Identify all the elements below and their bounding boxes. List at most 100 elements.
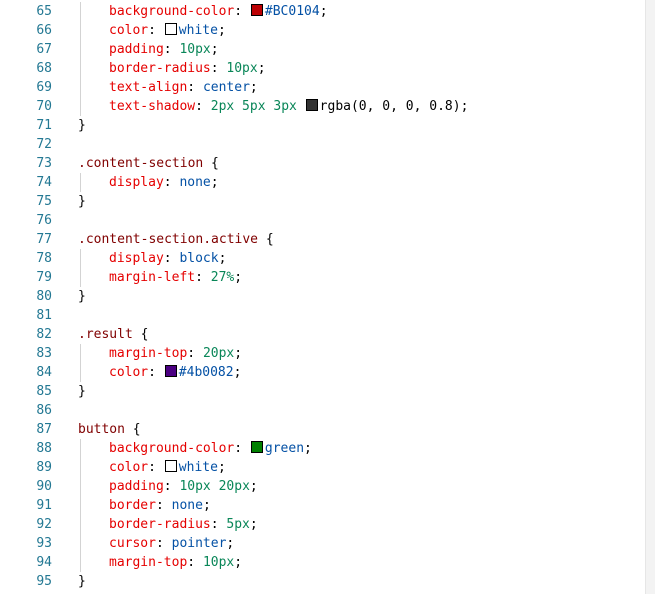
css-property: border (109, 498, 156, 513)
color-swatch[interactable] (164, 23, 177, 35)
line-number: 70 (36, 99, 52, 114)
css-property: color (109, 23, 149, 38)
code-text: margin-left: 27%; (78, 268, 242, 287)
semicolon: ; (233, 365, 242, 380)
css-property: margin-top (109, 555, 188, 570)
line-number: 78 (36, 251, 52, 266)
semicolon: ; (304, 441, 312, 456)
open-brace: { (203, 156, 219, 171)
code-text: } (78, 572, 86, 591)
code-text: } (78, 287, 86, 306)
line-number: 79 (36, 270, 52, 285)
semicolon: ; (249, 517, 258, 532)
colon: : (187, 555, 203, 570)
line-number: 90 (36, 479, 52, 494)
indent-guide (80, 249, 81, 287)
css-value: 10px 20px (179, 479, 250, 494)
semicolon: ; (226, 536, 235, 551)
code-editor[interactable]: 65 background-color: #BC0104; 66 color: whi… (0, 0, 645, 594)
open-brace: { (124, 422, 141, 437)
code-text: display: block; (78, 249, 226, 268)
css-property: text-align (109, 80, 188, 95)
semicolon: ; (210, 42, 219, 57)
open-brace: { (132, 327, 149, 342)
code-text: text-shadow: 2px 5px 3px rgba(0, 0, 0, 0… (78, 97, 468, 116)
color-swatch[interactable] (164, 365, 177, 377)
code-text: button { (78, 420, 141, 439)
css-value: white (178, 23, 218, 38)
color-swatch[interactable] (250, 441, 263, 453)
close-brace: } (78, 194, 86, 209)
line-number: 82 (36, 327, 52, 342)
css-value: 27% (210, 270, 235, 285)
colon: : (195, 99, 211, 114)
code-text: } (78, 116, 86, 135)
code-text: background-color: green; (78, 439, 312, 458)
line-number: 84 (36, 365, 52, 380)
semicolon: ; (234, 555, 243, 570)
colon: : (155, 498, 172, 513)
code-text: } (78, 192, 86, 211)
line-number: 80 (36, 289, 52, 304)
colon: : (195, 270, 211, 285)
css-selector: .content-section (78, 156, 204, 171)
indent-guide (80, 2, 81, 116)
css-property: border-radius (109, 61, 211, 76)
css-property: margin-top (109, 346, 188, 361)
css-property: background-color (109, 4, 235, 19)
line-number: 69 (36, 80, 52, 95)
css-property: padding (109, 479, 164, 494)
semicolon: ; (234, 346, 243, 361)
vertical-scrollbar[interactable] (645, 0, 655, 594)
colon: : (163, 479, 180, 494)
line-number: 66 (36, 23, 52, 38)
code-text: text-align: center; (78, 78, 258, 97)
line-number: 74 (36, 175, 52, 190)
code-text: margin-top: 10px; (78, 553, 242, 572)
semicolon: ; (319, 4, 328, 19)
indent-guide (80, 344, 81, 382)
color-swatch[interactable] (164, 460, 177, 472)
css-value: 10px (179, 42, 211, 57)
line-number: 68 (36, 61, 52, 76)
css-property: display (109, 175, 164, 190)
line-number: 71 (36, 118, 52, 133)
code-text: .content-section { (78, 154, 219, 173)
css-value: none (171, 498, 203, 513)
code-text: padding: 10px 20px; (78, 477, 258, 496)
line-number: 72 (36, 137, 52, 152)
code-text: color: #4b0082; (78, 363, 241, 382)
css-value: green (264, 441, 305, 456)
colon: : (234, 441, 250, 456)
code-text: } (78, 382, 86, 401)
line-number: 88 (36, 441, 52, 456)
color-swatch[interactable] (305, 99, 318, 111)
css-value: 10px (226, 61, 258, 76)
line-number: 86 (36, 403, 52, 418)
css-value: none (179, 175, 211, 190)
line-number: 67 (36, 42, 52, 57)
css-value: #4b0082 (178, 365, 234, 380)
css-property: cursor (109, 536, 156, 551)
close-brace: } (78, 384, 86, 399)
code-text: padding: 10px; (78, 40, 219, 59)
color-swatch[interactable] (250, 4, 263, 16)
code-text: color: white; (78, 458, 226, 477)
semicolon: ; (234, 270, 243, 285)
line-number: 83 (36, 346, 52, 361)
semicolon: ; (217, 23, 226, 38)
colon: : (148, 23, 164, 38)
css-property: border-radius (109, 517, 211, 532)
line-number: 92 (36, 517, 52, 532)
line-number: 87 (36, 422, 52, 437)
css-property: color (109, 365, 149, 380)
line-number: 95 (36, 574, 52, 589)
semicolon: ; (210, 175, 219, 190)
css-selector: .result (78, 327, 133, 342)
close-brace: } (78, 574, 86, 589)
line-number: 94 (36, 555, 52, 570)
css-value: white (178, 460, 218, 475)
colon: : (163, 42, 180, 57)
colon: : (155, 536, 172, 551)
code-text: margin-top: 20px; (78, 344, 242, 363)
